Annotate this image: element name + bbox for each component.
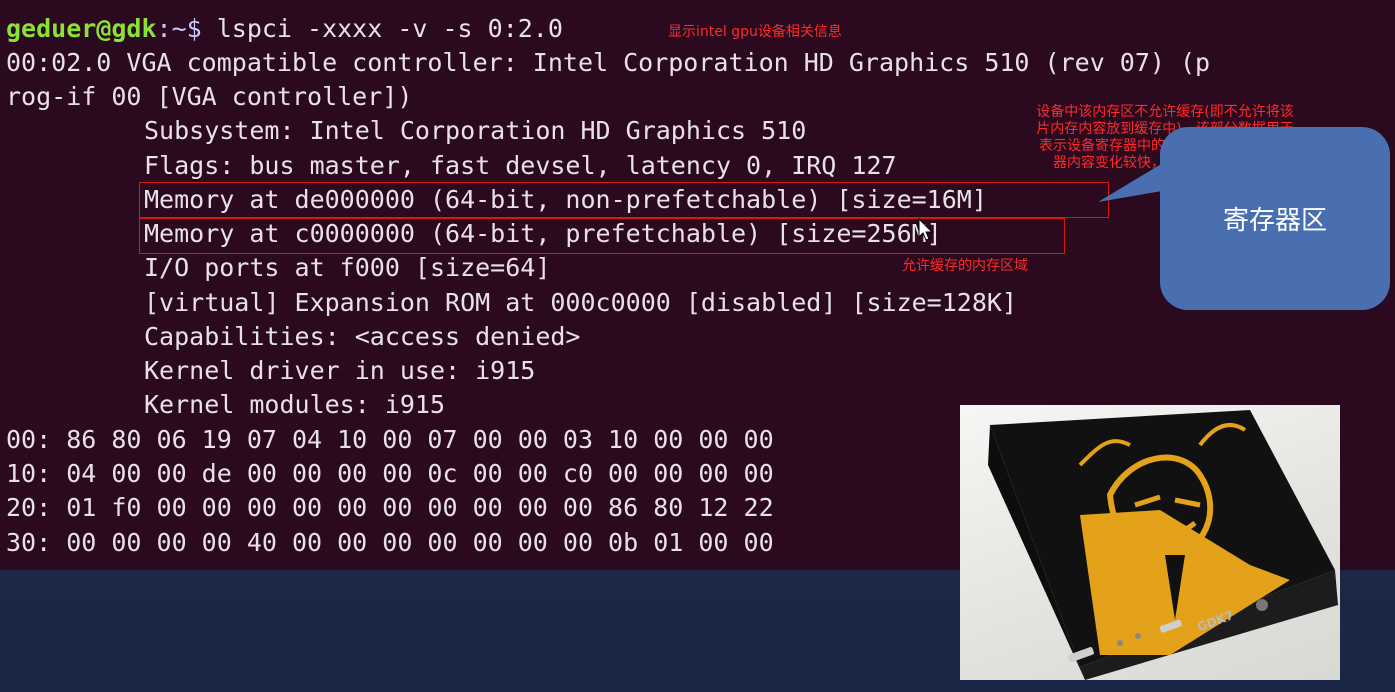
detail-line: I/O ports at f000 [size=64]	[144, 253, 551, 282]
detail-line: Memory at c0000000 (64-bit, prefetchable…	[144, 219, 942, 248]
output-line: 00:02.0 VGA compatible controller: Intel…	[6, 48, 1211, 77]
detail-line: Memory at de000000 (64-bit, non-prefetch…	[144, 185, 987, 214]
command-annotation: 显示intel gpu设备相关信息	[668, 24, 842, 40]
callout-label: 寄存器区	[1222, 206, 1327, 236]
hexdump-line: 30: 00 00 00 00 40 00 00 00 00 00 00 00 …	[6, 528, 774, 557]
prompt-line: geduer@gdk:~$ lspci -xxxx -v -s 0:2.0	[6, 12, 563, 46]
callout-pointer	[1098, 160, 1168, 202]
detail-line: Kernel driver in use: i915	[144, 356, 536, 385]
hexdump-line: 10: 04 00 00 de 00 00 00 00 0c 00 00 c0 …	[6, 459, 774, 488]
mouse-cursor-icon	[918, 218, 934, 241]
detail-line: Flags: bus master, fast devsel, latency …	[144, 151, 897, 180]
mini-pc-image: GDK7	[988, 410, 1338, 680]
prompt-user: geduer@gdk	[6, 14, 157, 43]
cache-annotation: 允许缓存的内存区域	[902, 258, 1028, 274]
detail-line: Kernel modules: i915	[144, 390, 446, 419]
detail-line: Subsystem: Intel Corporation HD Graphics…	[144, 116, 807, 145]
hexdump-line: 20: 01 f0 00 00 00 00 00 00 00 00 00 00 …	[6, 493, 774, 522]
device-photo: GDK7	[960, 405, 1340, 680]
output-line: rog-if 00 [VGA controller])	[6, 82, 413, 111]
detail-line: Capabilities: <access denied>	[144, 322, 581, 351]
hexdump-line: 00: 86 80 06 19 07 04 10 00 07 00 00 03 …	[6, 425, 774, 454]
command-text: lspci -xxxx -v -s 0:2.0	[201, 14, 563, 43]
noncache-annotation-line: 设备中该内存区不允许缓存(即不允许将该	[1036, 104, 1294, 120]
prompt-path: :~$	[156, 14, 202, 43]
detail-line: [virtual] Expansion ROM at 000c0000 [dis…	[144, 288, 1017, 317]
